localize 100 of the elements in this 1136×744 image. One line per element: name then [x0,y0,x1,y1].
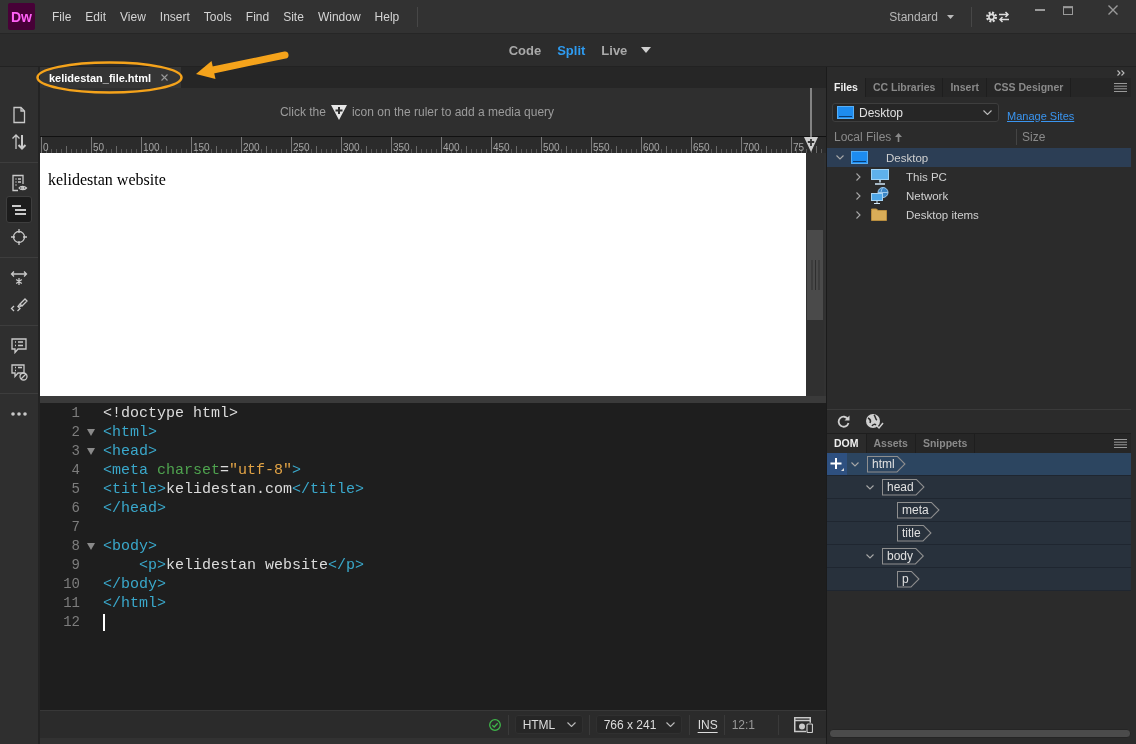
ruler-label: 350 [392,142,410,153]
dom-tree-row[interactable]: meta [827,499,1131,522]
chevron-right-icon[interactable] [856,191,861,200]
double-chevron-icon[interactable] [1117,69,1125,76]
document-eye-icon [10,173,28,192]
add-element-button[interactable] [827,453,847,475]
caret-icon [947,14,954,19]
chevron-down-icon[interactable] [851,461,859,467]
fold-triangle-icon[interactable] [87,448,95,455]
menu-item[interactable]: Window [310,6,368,27]
ellipsis-icon [10,411,28,416]
menu-item[interactable]: Site [276,6,311,27]
app-logo: Dw [8,3,35,30]
file-tree-item[interactable]: Desktop items [827,205,1131,224]
fold-triangle-icon[interactable] [87,429,95,436]
pen-code-icon [10,297,28,312]
line-number: 10 [62,575,80,594]
menu-item[interactable]: Help [367,6,407,27]
line-number: 9 [70,556,80,575]
comment-blocked-icon [10,364,28,381]
menu-icon[interactable] [1114,439,1127,448]
refresh-icon[interactable] [837,415,850,428]
code-line: </body> [103,575,166,594]
caret-icon[interactable] [641,47,652,53]
ruler-label: 700 [742,142,760,153]
element-tag[interactable]: html [867,455,906,473]
close-icon[interactable] [161,74,169,81]
media-query-handle[interactable] [804,88,818,153]
insert-mode-toggle[interactable]: INS [697,717,718,732]
menu-item[interactable]: View [113,6,153,27]
workspace-dropdown[interactable]: Standard [885,7,958,26]
fold-triangle-icon[interactable] [87,543,95,550]
panel-tab[interactable]: CC Libraries [865,78,944,97]
gear-arrows-icon[interactable] [985,9,1010,24]
line-number: 4 [70,461,80,480]
dom-tree-row[interactable]: head [827,476,1131,499]
column-header[interactable]: Size [1022,130,1046,144]
chevron-right-icon[interactable] [856,172,861,181]
ruler-label: 500 [542,142,560,153]
tool-button[interactable] [6,196,32,223]
horizontal-arrows-icon [10,269,28,286]
panel-tab[interactable]: DOM [827,434,867,453]
element-tag[interactable]: title [897,524,932,542]
folder-icon [871,208,887,221]
manage-sites-link[interactable]: Manage Sites [1007,110,1075,122]
menu-item[interactable]: File [45,6,79,27]
element-tag[interactable]: p [897,570,920,588]
chevron-down-icon[interactable] [866,553,874,559]
ruler-label: 600 [642,142,660,153]
file-tree-item[interactable]: Network [827,186,1131,205]
element-tag[interactable]: head [882,478,925,496]
menu-icon[interactable] [1114,83,1127,92]
scrollbar-thumb[interactable] [807,230,823,320]
up-down-arrows-icon [10,132,28,151]
line-number: 7 [70,518,80,537]
crosshair-icon [10,227,28,246]
view-mode-tab[interactable]: Live [593,40,636,60]
network-icon [871,187,889,204]
dom-tree-row[interactable]: html [827,453,1131,476]
site-dropdown[interactable]: Desktop [832,103,999,122]
file-tree-item[interactable]: This PC [827,167,1131,186]
menu-item[interactable]: Insert [152,6,197,27]
viewport-size-dropdown[interactable]: 766 x 241 [595,715,682,734]
close-icon[interactable] [1108,5,1118,15]
menu-item[interactable]: Find [238,6,277,27]
horizontal-scrollbar[interactable] [829,729,1131,738]
ruler-label: 100 [142,142,160,153]
ruler-label: 50 [92,142,105,153]
line-number: 5 [70,480,80,499]
panel-tab[interactable]: Files [827,78,866,97]
element-tag[interactable]: meta [897,501,940,519]
chevron-down-icon[interactable] [836,155,844,160]
chevron-down-icon[interactable] [866,484,874,490]
line-number: 1 [70,404,80,423]
panel-tab[interactable]: CSS Designer [986,78,1072,97]
browser-phone-icon[interactable] [794,716,813,733]
column-header[interactable]: Local Files [834,130,892,144]
menu-item[interactable]: Edit [78,6,114,27]
globe-check-icon[interactable] [865,413,884,430]
maximize-icon[interactable] [1063,5,1073,15]
panel-tab[interactable]: Insert [943,78,987,97]
computer-icon [871,168,889,185]
page-paragraph: kelidestan website [48,171,167,189]
dom-tree-row[interactable]: p [827,568,1131,591]
file-tree-item[interactable]: Desktop [827,148,1131,167]
dom-tree-row[interactable]: title [827,522,1131,545]
language-dropdown[interactable]: HTML [514,715,583,734]
chevron-down-icon [983,110,992,115]
document-tab[interactable]: kelidestan_file.html [40,67,182,88]
view-mode-tab[interactable]: Code [500,40,550,60]
view-mode-tab[interactable]: Split [549,40,594,60]
dom-tree-row[interactable]: body [827,545,1131,568]
indent-lines-icon [10,203,28,216]
ruler-label: 550 [592,142,610,153]
ruler-label: 200 [242,142,260,153]
menu-item[interactable]: Tools [196,6,239,27]
cursor-position: 12:1 [731,717,755,732]
triangle-plus-icon [330,104,347,120]
chevron-right-icon[interactable] [856,210,861,219]
plus-icon [830,457,844,471]
